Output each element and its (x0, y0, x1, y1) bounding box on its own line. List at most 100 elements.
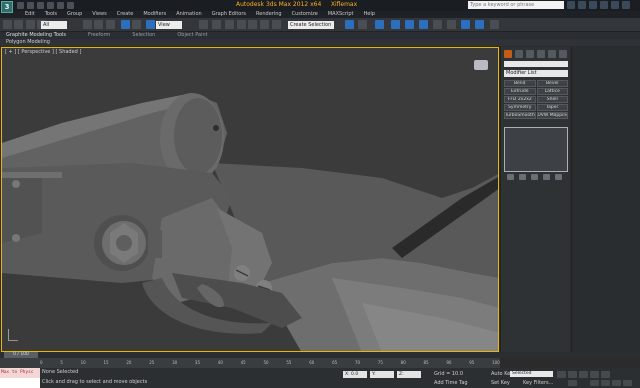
viewcube-icon[interactable] (474, 60, 488, 70)
rendered-frame-icon[interactable] (461, 20, 470, 29)
minimize-icon[interactable] (611, 1, 619, 9)
manipulate-icon[interactable] (212, 20, 221, 29)
modifier-button[interactable]: Extrude (504, 88, 536, 95)
go-to-end-icon[interactable] (601, 371, 610, 378)
modifier-button[interactable]: Shell (536, 96, 568, 103)
pivot-center-icon[interactable] (199, 20, 208, 29)
subscription-icon[interactable] (578, 1, 586, 9)
modifier-button[interactable]: Bevel (536, 80, 568, 87)
make-unique-icon[interactable] (531, 174, 538, 180)
modify-tab-icon[interactable] (515, 50, 523, 58)
menu-views[interactable]: Views (87, 11, 111, 18)
tab-freeform[interactable]: Freeform (88, 32, 110, 39)
maxscript-line-1[interactable]: Max to Physc (0, 368, 40, 378)
star-icon[interactable] (589, 1, 597, 9)
menu-edit[interactable]: Edit (20, 11, 40, 18)
track-bar[interactable]: 0 5 10 15 20 25 30 35 40 45 50 55 60 65 70 75 80 85 90 95 10… (0, 358, 500, 368)
menu-graph-editors[interactable]: Graph Editors (207, 11, 251, 18)
menu-help[interactable]: Help (359, 11, 380, 18)
modifier-button[interactable]: TurboSmooth (504, 112, 536, 119)
maximize-viewport-icon[interactable] (623, 380, 632, 386)
modifier-button[interactable]: Bend (504, 80, 536, 87)
percent-snap-icon[interactable] (248, 20, 257, 29)
maxscript-listener[interactable]: Max to Physc (0, 368, 40, 388)
remove-modifier-icon[interactable] (543, 174, 550, 180)
object-name-field[interactable] (504, 61, 568, 67)
undo-icon[interactable] (47, 2, 54, 9)
select-move-icon[interactable] (121, 20, 130, 29)
tab-graphite-modeling-tools[interactable]: Graphite Modeling Tools (6, 32, 66, 39)
viewport-label[interactable]: [ + ] [ Perspective ] [ Shaded ] (5, 49, 81, 55)
tab-object-paint[interactable]: Object Paint (177, 32, 207, 39)
modifier-button[interactable]: Symmetry (504, 104, 536, 111)
menu-tools[interactable]: Tools (40, 11, 62, 18)
render-setup-icon[interactable] (447, 20, 456, 29)
key-mode-toggle-icon[interactable] (568, 380, 577, 386)
modifier-list-select[interactable]: Modifier List (504, 70, 568, 77)
schematic-view-icon[interactable] (419, 20, 428, 29)
add-time-tag[interactable]: Add Time Tag (434, 380, 468, 386)
utilities-tab-icon[interactable] (559, 50, 567, 58)
redo-tool-icon[interactable] (14, 20, 23, 29)
z-coordinate-field[interactable]: Z: (397, 371, 421, 378)
render-production-icon[interactable] (475, 20, 484, 29)
previous-frame-icon[interactable] (568, 371, 577, 378)
snap-toggle-icon[interactable] (225, 20, 234, 29)
menu-group[interactable]: Group (62, 11, 87, 18)
menu-rendering[interactable]: Rendering (251, 11, 287, 18)
spinner-snap-icon[interactable] (260, 20, 269, 29)
create-tab-icon[interactable] (504, 50, 512, 58)
zoom-icon[interactable] (590, 380, 599, 386)
modifier-button[interactable]: FFD 2x2x2 (504, 96, 536, 103)
selection-filter-select[interactable]: All (41, 21, 67, 29)
menu-customize[interactable]: Customize (287, 11, 323, 18)
angle-snap-icon[interactable] (237, 20, 246, 29)
maxscript-line-2[interactable] (0, 378, 40, 388)
modifier-button[interactable]: UVW Mapping Cle (536, 112, 568, 119)
open-icon[interactable] (27, 2, 34, 9)
select-link-icon[interactable] (26, 20, 35, 29)
display-tab-icon[interactable] (548, 50, 556, 58)
hierarchy-tab-icon[interactable] (526, 50, 534, 58)
mirror-icon[interactable] (345, 20, 354, 29)
select-object-icon[interactable] (83, 20, 92, 29)
set-key-button[interactable]: Set Key (491, 380, 510, 386)
pan-icon[interactable] (601, 380, 610, 386)
redo-icon[interactable] (57, 2, 64, 9)
menu-modifiers[interactable]: Modifiers (138, 11, 171, 18)
perspective-viewport[interactable]: [ + ] [ Perspective ] [ Shaded ] (1, 47, 499, 352)
select-rotate-icon[interactable] (132, 20, 141, 29)
help-icon[interactable] (600, 1, 608, 9)
configure-sets-icon[interactable] (555, 174, 562, 180)
polygon-modeling-panel[interactable]: Polygon Modeling (6, 39, 50, 46)
region-select-icon[interactable] (106, 20, 115, 29)
play-icon[interactable] (579, 371, 588, 378)
help-search-input[interactable]: Type a keyword or phrase (468, 1, 564, 9)
curve-editor-icon[interactable] (405, 20, 414, 29)
motion-tab-icon[interactable] (537, 50, 545, 58)
reference-coordinate-select[interactable]: View (156, 21, 182, 29)
pin-stack-icon[interactable] (507, 174, 514, 180)
modifier-button[interactable]: Taper (536, 104, 568, 111)
graphite-toggle-icon[interactable] (391, 20, 400, 29)
edit-named-selection-icon[interactable] (272, 20, 281, 29)
app-menu-button[interactable]: 3 (1, 1, 13, 13)
save-icon[interactable] (37, 2, 44, 9)
layer-manager-icon[interactable] (375, 20, 384, 29)
menu-animation[interactable]: Animation (171, 11, 207, 18)
key-filters-button[interactable]: Key Filters... (523, 380, 553, 386)
search-icon[interactable] (567, 1, 575, 9)
orbit-icon[interactable] (612, 380, 621, 386)
go-to-start-icon[interactable] (557, 371, 566, 378)
named-selection-select[interactable]: Create Selection Se (288, 21, 334, 36)
close-icon[interactable] (622, 1, 630, 9)
render-iterative-icon[interactable] (490, 20, 499, 29)
undo-tool-icon[interactable] (3, 20, 12, 29)
modifier-button[interactable]: Lattice (536, 88, 568, 95)
modifier-stack[interactable] (504, 127, 568, 172)
tab-selection[interactable]: Selection (132, 32, 155, 39)
material-editor-icon[interactable] (433, 20, 442, 29)
hold-icon[interactable] (67, 2, 74, 9)
x-coordinate-field[interactable]: X: 0.0 (343, 371, 367, 378)
next-frame-icon[interactable] (590, 371, 599, 378)
